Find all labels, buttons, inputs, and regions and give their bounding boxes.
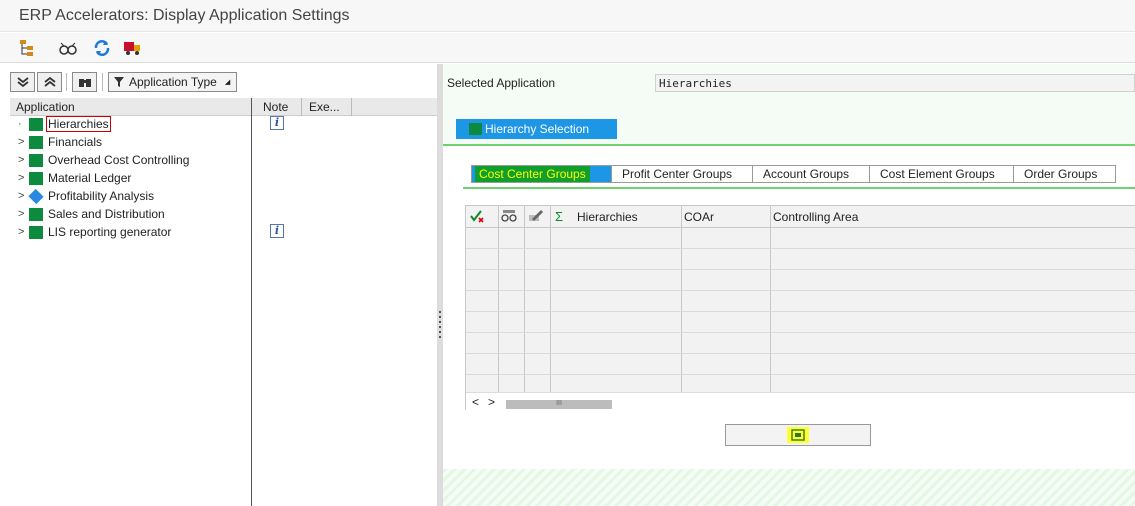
green-square-icon: [29, 208, 43, 221]
chevron-right-icon[interactable]: >: [18, 154, 24, 166]
find-button[interactable]: [72, 72, 97, 92]
glasses-icon[interactable]: [501, 209, 517, 226]
chevron-right-icon[interactable]: >: [18, 208, 24, 220]
sum-icon[interactable]: Σ: [555, 209, 563, 224]
application-tree: · Hierarchies i > Financials > Overhead …: [10, 116, 437, 506]
info-icon[interactable]: i: [270, 224, 284, 238]
filter-icon: [114, 77, 124, 87]
tree-node-material-ledger[interactable]: > Material Ledger: [10, 170, 430, 188]
save-layout-icon: [787, 427, 809, 443]
double-chevron-up-icon: [43, 76, 56, 87]
dropdown-caret-icon: ◢: [224, 79, 231, 86]
application-tree-pane: Application Type ◢ Application Note Exe.…: [0, 64, 437, 506]
tree-node-lis-reporting-generator[interactable]: > LIS reporting generator i: [10, 224, 430, 242]
green-square-icon: [29, 118, 43, 131]
tree-node-financials[interactable]: > Financials: [10, 134, 430, 152]
tab-profit-center-groups[interactable]: Profit Center Groups: [612, 165, 753, 183]
table-row: [466, 374, 1135, 375]
green-square-icon: [29, 172, 43, 185]
tree-node-label[interactable]: Profitability Analysis: [48, 189, 154, 203]
chevron-right-icon[interactable]: >: [18, 172, 24, 184]
tab-cost-center-groups[interactable]: Cost Center Groups: [471, 165, 612, 183]
toolbar-separator: [102, 73, 103, 91]
subtab-underline: [463, 187, 1135, 189]
transport-truck-icon[interactable]: [122, 38, 142, 58]
tree-node-label[interactable]: Financials: [48, 135, 102, 149]
info-icon[interactable]: i: [270, 116, 284, 130]
glasses-icon[interactable]: [58, 38, 78, 58]
tree-node-label[interactable]: LIS reporting generator: [48, 225, 171, 239]
table-row: [466, 269, 1135, 270]
tab-order-groups[interactable]: Order Groups: [1014, 165, 1116, 183]
green-square-icon: [29, 154, 43, 167]
refresh-icon[interactable]: [92, 38, 112, 58]
green-square-icon: [29, 136, 43, 149]
window-title: ERP Accelerators: Display Application Se…: [19, 7, 350, 24]
tab-underline: [443, 144, 1135, 146]
tree-node-label[interactable]: Material Ledger: [48, 171, 131, 185]
tree-node-sales-and-distribution[interactable]: > Sales and Distribution: [10, 206, 430, 224]
tree-node-label[interactable]: Overhead Cost Controlling: [48, 153, 189, 167]
tab-account-groups[interactable]: Account Groups: [753, 165, 870, 183]
column-header-coar[interactable]: COAr: [684, 210, 714, 224]
hierarchies-table: Σ Hierarchies COAr Controlling Area < > …: [465, 205, 1135, 411]
scroll-right-button[interactable]: >: [488, 395, 495, 409]
tree-node-label[interactable]: Hierarchies: [46, 116, 111, 132]
tree-toolbar: Application Type ◢: [0, 64, 437, 98]
table-header: Σ Hierarchies COAr Controlling Area: [466, 206, 1135, 228]
green-square-icon: [29, 226, 43, 239]
tree-node-overhead-cost-controlling[interactable]: > Overhead Cost Controlling: [10, 152, 430, 170]
bullet-icon: ·: [18, 118, 22, 130]
blue-diamond-icon: [28, 188, 44, 205]
selected-application-field: Hierarchies: [655, 74, 1135, 92]
horizontal-scrollbar[interactable]: < > III: [466, 392, 1135, 411]
title-bar: ERP Accelerators: Display Application Se…: [0, 0, 1135, 32]
execute-button[interactable]: [725, 424, 871, 446]
application-settings-pane: Selected Application Hierarchies Hierarc…: [443, 64, 1135, 506]
tree-node-hierarchies[interactable]: · Hierarchies i: [10, 116, 430, 134]
collapse-all-button[interactable]: [37, 72, 62, 92]
binoculars-icon: [78, 79, 91, 87]
green-square-icon: [469, 123, 482, 135]
main-toolbar: [0, 33, 1135, 63]
toolbar-separator: [66, 73, 67, 91]
group-tabs: Cost Center Groups Profit Center Groups …: [471, 165, 1116, 183]
column-header-note[interactable]: Note: [263, 100, 288, 114]
tree-node-profitability-analysis[interactable]: > Profitability Analysis: [10, 188, 430, 206]
column-header-exe[interactable]: Exe...: [309, 100, 340, 114]
check-entries-icon[interactable]: [470, 209, 484, 226]
table-row: [466, 353, 1135, 354]
application-type-filter-button[interactable]: Application Type ◢: [108, 72, 237, 92]
column-header-application[interactable]: Application: [16, 100, 75, 114]
table-row: [466, 248, 1135, 249]
expand-all-button[interactable]: [10, 72, 35, 92]
edit-pencil-icon[interactable]: [528, 209, 544, 226]
column-header-hierarchies[interactable]: Hierarchies: [577, 210, 638, 224]
selected-application-label: Selected Application: [447, 76, 556, 90]
tab-cost-element-groups[interactable]: Cost Element Groups: [870, 165, 1014, 183]
table-row: [466, 332, 1135, 333]
column-divider: [251, 98, 252, 506]
scroll-left-button[interactable]: <: [472, 395, 479, 409]
application-type-label: Application Type: [129, 75, 217, 89]
chevron-right-icon[interactable]: >: [18, 136, 24, 148]
table-row: [466, 311, 1135, 312]
tab-hierarchy-selection[interactable]: Hierarchy Selection: [456, 119, 617, 139]
chevron-right-icon[interactable]: >: [18, 226, 24, 238]
tree-node-label[interactable]: Sales and Distribution: [48, 207, 165, 221]
hierarchy-tree-icon[interactable]: [18, 38, 38, 58]
chevron-right-icon[interactable]: >: [18, 190, 24, 202]
hatched-background: [443, 469, 1135, 506]
column-header-controlling-area[interactable]: Controlling Area: [773, 210, 858, 224]
double-chevron-down-icon: [16, 77, 29, 88]
table-row: [466, 290, 1135, 291]
tab-label: Hierarchy Selection: [485, 122, 590, 136]
scroll-thumb[interactable]: III: [506, 400, 612, 409]
tree-header: Application Note Exe...: [10, 98, 437, 116]
